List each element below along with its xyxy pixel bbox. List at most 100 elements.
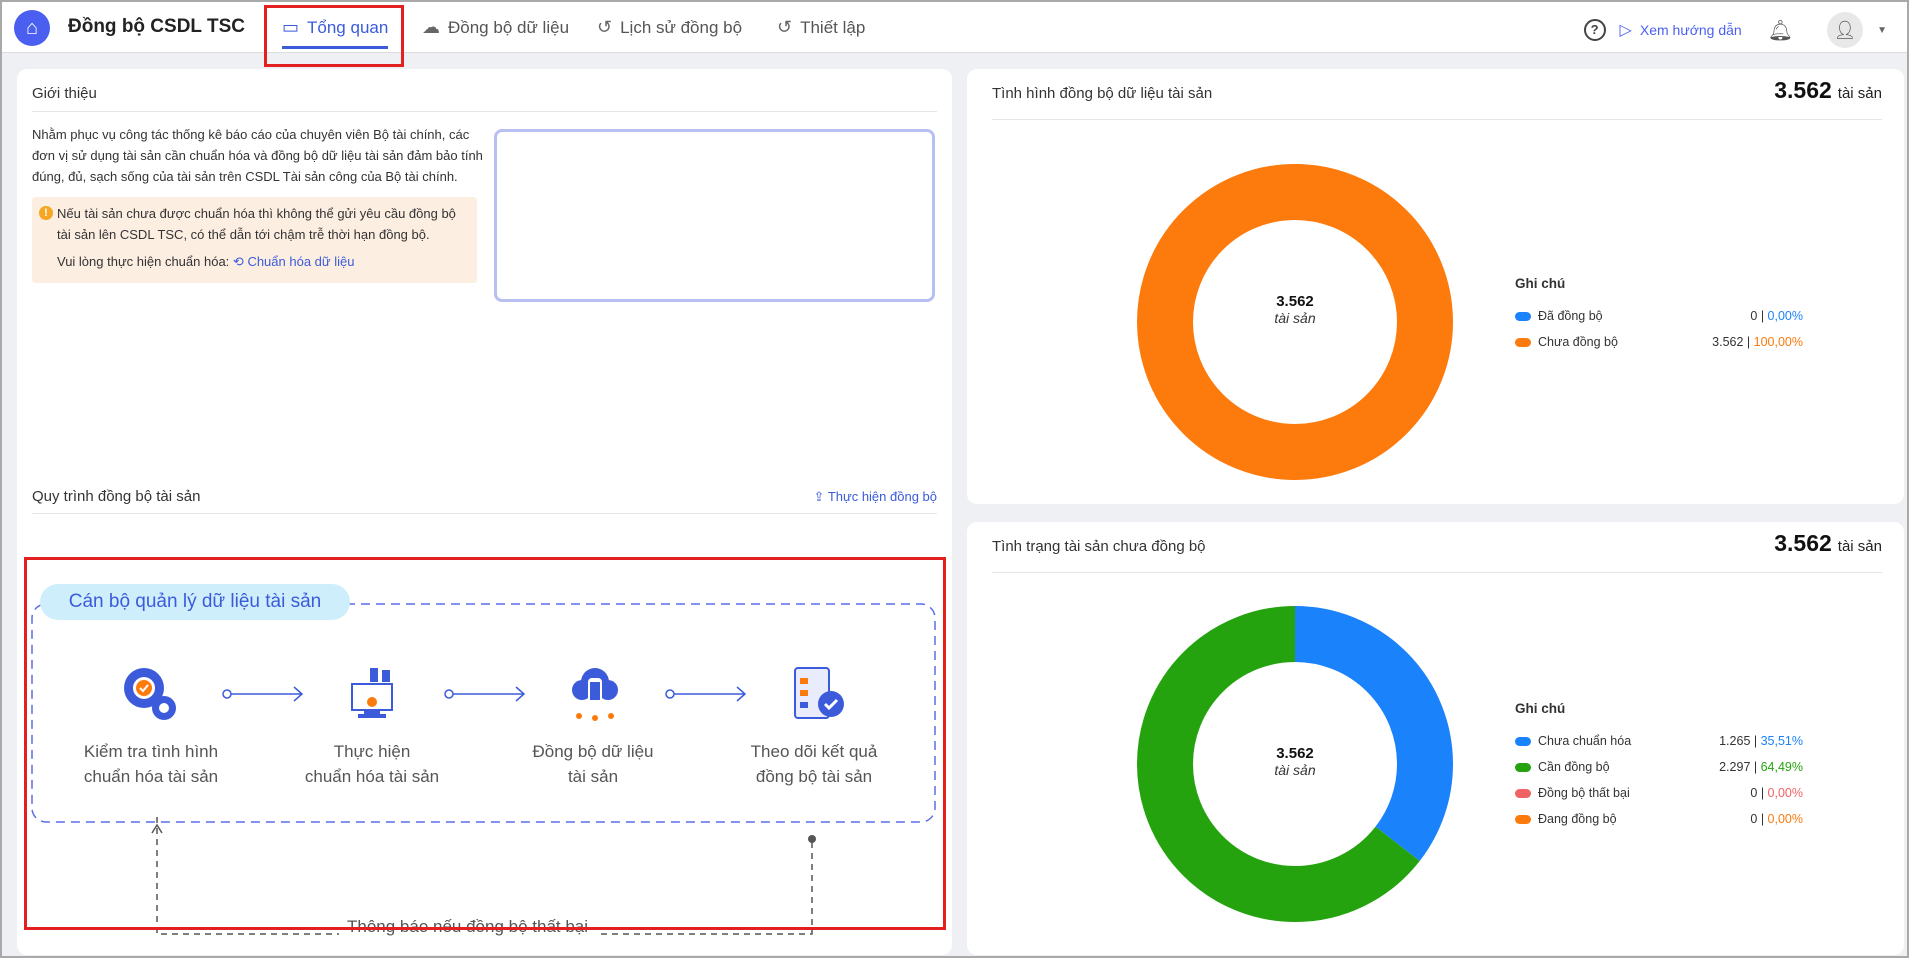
legend-item: Cần đồng bộ 2.297 | 64,49% <box>1515 754 1803 780</box>
arrow-connector <box>222 686 304 702</box>
start-sync-label: Thực hiện đồng bộ <box>827 489 937 504</box>
sync-status-title: Tình hình đồng bộ dữ liệu tài sản <box>992 85 1213 102</box>
donut-center-label: 3.562 tài sản <box>1215 745 1375 778</box>
step-label: Thực hiện chuẩn hóa tài sản <box>272 739 472 789</box>
arrow-connector <box>665 686 747 702</box>
top-header: ⌂ Đồng bộ CSDL TSC ▭ Tổng quan ☁ Đồng bộ d… <box>2 2 1907 53</box>
total-count: 3.562 <box>1774 530 1832 556</box>
tab-sync-data[interactable]: ☁ Đồng bộ dữ liệu <box>422 2 569 53</box>
legend-title: Ghi chú <box>1515 701 1566 716</box>
legend-pct: 0,00% <box>1767 309 1803 323</box>
legend-name: Đang đồng bộ <box>1538 812 1617 826</box>
intro-text: Nhằm phục vụ công tác thống kê báo cáo c… <box>32 127 483 184</box>
warning-box: ! Nếu tài sản chưa được chuẩn hóa thì kh… <box>32 197 477 283</box>
app-title: Đồng bộ CSDL TSC <box>68 16 245 37</box>
legend-name: Đồng bộ thất bại <box>1538 786 1630 800</box>
normalize-data-link[interactable]: ⟲ Chuẩn hóa dữ liệu <box>233 254 355 269</box>
legend-name: Chưa đồng bộ <box>1538 335 1618 349</box>
step-line: Thực hiện <box>333 742 411 761</box>
legend-swatch <box>1515 762 1531 772</box>
avatar[interactable]: 👤︎ <box>1827 12 1864 48</box>
tab-label: Thiết lập <box>800 17 866 37</box>
legend-title: Ghi chú <box>1515 276 1566 291</box>
tab-overview[interactable]: ▭ Tổng quan <box>282 2 389 53</box>
center-number: 3.562 <box>1276 745 1314 762</box>
bell-icon[interactable]: 🔔︎ <box>1768 18 1793 43</box>
legend-value: 0 | 0,00% <box>1750 786 1803 800</box>
step-line: chuẩn hóa tài sản <box>83 767 219 786</box>
legend-pct: 35,51% <box>1760 734 1803 748</box>
step-line: Kiểm tra tình hình <box>83 742 219 761</box>
step-label: Theo dõi kết quả đồng bộ tài sản <box>714 739 914 789</box>
unit-label: tài sản <box>1837 538 1882 555</box>
warning-text: Nếu tài sản chưa được chuẩn hóa thì khôn… <box>57 206 456 242</box>
tab-label: Lịch sử đồng bộ <box>620 17 743 37</box>
legend-count: 0 <box>1750 786 1758 800</box>
tab-sync-history[interactable]: ↺ Lịch sử đồng bộ <box>597 2 742 53</box>
legend-count: 3.562 <box>1712 335 1744 349</box>
tab-label: Tổng quan <box>307 17 389 37</box>
legend-swatch <box>1515 736 1531 746</box>
legend-count: 0 <box>1750 309 1758 323</box>
legend-swatch <box>1515 337 1531 347</box>
role-badge: Cán bộ quản lý dữ liệu tài sản <box>40 584 350 620</box>
step-line: tài sản <box>567 767 619 786</box>
legend-value: 0 | 0,00% <box>1750 309 1803 323</box>
arrow-connector <box>444 686 526 702</box>
warning-icon: ! <box>39 206 53 220</box>
monitor-icon: ▭ <box>282 17 300 37</box>
legend-swatch <box>1515 788 1531 798</box>
upload-icon: ⇪ <box>813 489 825 504</box>
unit-label: tài sản <box>1837 85 1882 102</box>
guide-button[interactable]: ▷ Xem hướng dẫn <box>1620 20 1742 40</box>
legend-swatch <box>1515 814 1531 824</box>
cloud-check-icon: ☁ <box>422 17 440 37</box>
legend-item: Đồng bộ thất bại 0 | 0,00% <box>1515 780 1803 806</box>
step-label: Đồng bộ dữ liệu tài sản <box>493 739 693 789</box>
legend-value: 2.297 | 64,49% <box>1719 760 1803 774</box>
process-title: Quy trình đồng bộ tài sản <box>32 488 201 505</box>
sync-status-legend: Ghi chú Đã đồng bộ 0 | 0,00% Chưa đồng bộ 3.… <box>1515 276 1803 355</box>
step-line: đồng bộ tài sản <box>755 767 873 786</box>
unsynced-card: Tình trạng tài sản chưa đồng bộ 3.562 tài… <box>967 522 1904 955</box>
sync-status-card: Tình hình đồng bộ dữ liệu tài sản 3.562 t… <box>967 69 1904 504</box>
step-line: Đồng bộ dữ liệu <box>532 742 654 761</box>
legend-swatch <box>1515 311 1531 321</box>
legend-value: 3.562 | 100,00% <box>1712 335 1803 349</box>
donut-center-label: 3.562 tài sản <box>1215 293 1375 326</box>
prompt-text: Vui lòng thực hiện chuẩn hóa: <box>57 254 230 269</box>
video-icon: ▷ <box>1619 22 1632 39</box>
history-icon: ↺ <box>597 17 613 37</box>
legend-pct: 0,00% <box>1767 786 1803 800</box>
legend-pct: 0,00% <box>1767 812 1803 826</box>
tab-label: Đồng bộ dữ liệu <box>448 17 570 37</box>
cloud-database-icon <box>565 664 625 724</box>
legend-count: 0 <box>1750 812 1758 826</box>
step-line: chuẩn hóa tài sản <box>304 767 440 786</box>
tab-settings[interactable]: ↺ Thiết lập <box>777 2 865 53</box>
legend-item: Chưa chuẩn hóa 1.265 | 35,51% <box>1515 728 1803 754</box>
intro-image-placeholder <box>494 129 935 302</box>
history-icon: ↺ <box>777 17 793 37</box>
gear-check-icon <box>120 664 180 724</box>
guide-label: Xem hướng dẫn <box>1639 22 1742 38</box>
chevron-down-icon[interactable]: ▼ <box>1877 25 1887 36</box>
legend-name: Cần đồng bộ <box>1538 760 1610 774</box>
legend-count: 1.265 <box>1719 734 1751 748</box>
center-unit: tài sản <box>1274 762 1316 778</box>
step-line: Theo dõi kết quả <box>750 742 878 761</box>
legend-value: 1.265 | 35,51% <box>1719 734 1803 748</box>
legend-item: Chưa đồng bộ 3.562 | 100,00% <box>1515 329 1803 355</box>
legend-pct: 100,00% <box>1753 335 1803 349</box>
feedback-label: Thông báo nếu đồng bộ thất bại <box>339 917 597 937</box>
legend-value: 0 | 0,00% <box>1750 812 1803 826</box>
help-icon[interactable]: ? <box>1583 19 1606 41</box>
intro-title: Giới thiệu <box>32 85 97 102</box>
checklist-icon <box>787 664 847 724</box>
intro-card: Giới thiệu Nhằm phục vụ công tác thống k… <box>17 69 952 955</box>
start-sync-link[interactable]: ⇪ Thực hiện đồng bộ <box>814 489 937 505</box>
step-label: Kiểm tra tình hình chuẩn hóa tài sản <box>51 739 251 789</box>
unsynced-legend: Ghi chú Chưa chuẩn hóa 1.265 | 35,51% Cần đ… <box>1515 701 1803 832</box>
legend-count: 2.297 <box>1719 760 1751 774</box>
legend-item: Đang đồng bộ 0 | 0,00% <box>1515 806 1803 832</box>
